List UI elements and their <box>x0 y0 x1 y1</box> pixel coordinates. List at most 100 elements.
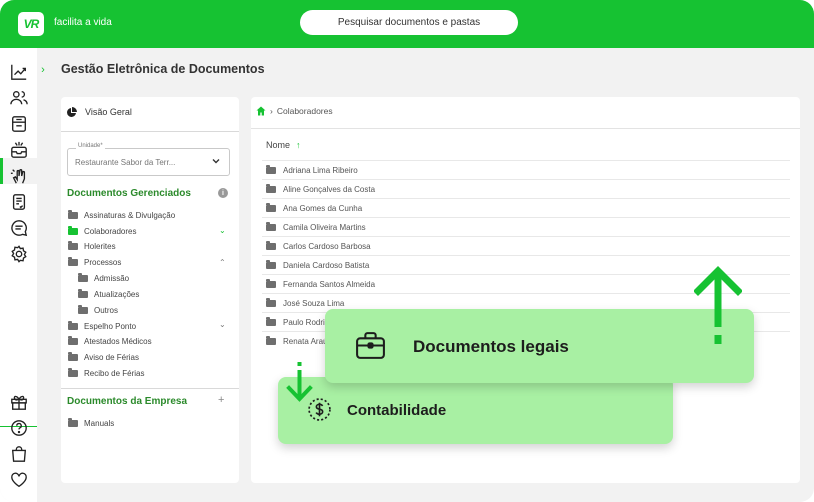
folder-sidebar: Visão Geral Unidade* Restaurante Sabor d… <box>61 97 239 483</box>
chevron-up-icon[interactable]: ⌃ <box>219 258 226 267</box>
folder-icon <box>68 226 78 235</box>
row-name: Adriana Lima Ribeiro <box>283 165 358 175</box>
folder-icon <box>266 335 276 345</box>
column-header-name[interactable]: Nome ↑ <box>266 140 301 150</box>
search-input[interactable]: Pesquisar documentos e pastas <box>300 10 518 35</box>
chat-icon[interactable] <box>9 218 28 237</box>
breadcrumb: › Colaboradores <box>256 106 333 116</box>
tree-item-label: Processos <box>84 258 122 267</box>
folder-icon <box>68 257 78 266</box>
expand-sidebar-button[interactable]: › <box>37 60 49 80</box>
row-name: Daniela Cardoso Batista <box>283 260 370 270</box>
unit-select[interactable]: Unidade* Restaurante Sabor da Terr... <box>67 143 230 176</box>
tree-item-outros[interactable]: Outros <box>78 305 118 315</box>
unit-select-value: Restaurante Sabor da Terr... <box>75 158 176 167</box>
folder-icon <box>266 297 276 307</box>
panel-divider <box>251 128 800 129</box>
row-name: Ana Gomes da Cunha <box>283 203 363 213</box>
gift-icon[interactable] <box>9 392 28 411</box>
folder-icon <box>68 418 78 427</box>
tree-item-label: Manuals <box>84 419 115 428</box>
folder-icon <box>68 336 78 345</box>
home-icon[interactable] <box>256 106 266 116</box>
chevron-down-icon <box>212 159 220 164</box>
tree-item-atualizacoes[interactable]: Atualizações <box>78 289 140 299</box>
tree-item-aviso-ferias[interactable]: Aviso de Férias <box>68 352 139 362</box>
table-row[interactable]: Adriana Lima Ribeiro <box>262 160 790 179</box>
tree-item-assinaturas[interactable]: Assinaturas & Divulgação <box>68 210 176 220</box>
table-row[interactable]: Ana Gomes da Cunha <box>262 198 790 217</box>
help-icon[interactable] <box>9 418 28 437</box>
archive-icon[interactable] <box>9 114 28 133</box>
folder-icon <box>266 259 276 269</box>
tagline: facilita a vida <box>54 17 112 28</box>
tree-item-atestados[interactable]: Atestados Médicos <box>68 336 152 346</box>
legal-docs-card-label: Documentos legais <box>413 337 569 356</box>
icon-rail <box>0 48 37 502</box>
tree-item-espelho-ponto[interactable]: Espelho Ponto <box>68 321 137 331</box>
rail-active-indicator <box>0 158 3 184</box>
tree-item-colaboradores[interactable]: Colaboradores <box>68 226 137 236</box>
chart-icon[interactable] <box>9 62 28 81</box>
folder-icon <box>266 183 276 193</box>
row-name: Aline Gonçalves da Costa <box>283 184 376 194</box>
folder-icon <box>266 278 276 288</box>
row-name: Carlos Cardoso Barbosa <box>283 241 371 251</box>
folder-icon <box>266 221 276 231</box>
tree-item-label: Assinaturas & Divulgação <box>84 211 176 220</box>
row-name: Camila Oliveira Martins <box>283 222 366 232</box>
table-row[interactable]: Camila Oliveira Martins <box>262 217 790 236</box>
tree-item-manuals[interactable]: Manuals <box>68 418 115 428</box>
document-icon[interactable] <box>9 192 28 211</box>
tree-item-label: Atestados Médicos <box>84 337 152 346</box>
tree-item-label: Atualizações <box>94 290 140 299</box>
folder-icon <box>266 316 276 326</box>
tree-item-label: Admissão <box>94 274 130 283</box>
sort-ascending-icon[interactable]: ↑ <box>296 140 301 150</box>
table-row[interactable]: Carlos Cardoso Barbosa <box>262 236 790 255</box>
arrow-up-icon <box>694 266 742 344</box>
row-name: Fernanda Santos Almeida <box>283 279 376 289</box>
folder-icon <box>68 368 78 377</box>
info-icon[interactable]: i <box>218 188 228 198</box>
tree-item-label: Recibo de Férias <box>84 369 145 378</box>
legal-docs-card[interactable]: Documentos legais <box>325 309 754 383</box>
overview-link[interactable]: Visão Geral <box>67 107 132 117</box>
folder-icon <box>78 289 88 298</box>
tree-item-label: Colaboradores <box>84 227 137 236</box>
bag-icon[interactable] <box>9 444 28 463</box>
add-folder-button[interactable]: + <box>218 394 224 406</box>
managed-docs-title: Documentos Gerenciados <box>67 188 191 199</box>
folder-icon <box>266 240 276 250</box>
tree-item-label: Aviso de Férias <box>84 353 139 362</box>
accounting-card-label: Contabilidade <box>347 402 447 419</box>
arrow-down-icon <box>286 362 313 402</box>
inbox-icon[interactable] <box>9 140 28 159</box>
sidebar-divider <box>61 131 239 132</box>
tree-item-processos[interactable]: Processos <box>68 257 122 267</box>
sidebar-divider <box>61 388 239 389</box>
folder-icon <box>68 210 78 219</box>
unit-select-label: Unidade* <box>76 143 105 149</box>
tree-item-label: Espelho Ponto <box>84 322 137 331</box>
app-frame: VR facilita a vida Pesquisar documentos … <box>0 0 814 502</box>
vr-logo[interactable]: VR <box>18 12 44 36</box>
table-row[interactable]: Aline Gonçalves da Costa <box>262 179 790 198</box>
briefcase-icon <box>356 332 385 359</box>
heart-icon[interactable] <box>9 470 28 489</box>
users-icon[interactable] <box>9 88 28 107</box>
folder-icon <box>68 241 78 250</box>
tree-item-admissao[interactable]: Admissão <box>78 273 130 283</box>
chevron-down-icon[interactable]: ⌄ <box>219 226 226 235</box>
chevron-down-icon[interactable]: ⌄ <box>219 320 226 329</box>
accounting-card[interactable]: Contabilidade <box>278 377 673 444</box>
tree-item-recibo-ferias[interactable]: Recibo de Férias <box>68 368 145 378</box>
folder-icon <box>266 164 276 174</box>
chevron-right-icon: › <box>270 106 273 116</box>
hand-icon[interactable] <box>9 166 28 185</box>
breadcrumb-current[interactable]: Colaboradores <box>277 106 333 116</box>
folder-icon <box>68 321 78 330</box>
tree-item-holerites[interactable]: Holerites <box>68 241 116 251</box>
gear-icon[interactable] <box>9 244 28 263</box>
pie-chart-icon <box>67 107 77 117</box>
